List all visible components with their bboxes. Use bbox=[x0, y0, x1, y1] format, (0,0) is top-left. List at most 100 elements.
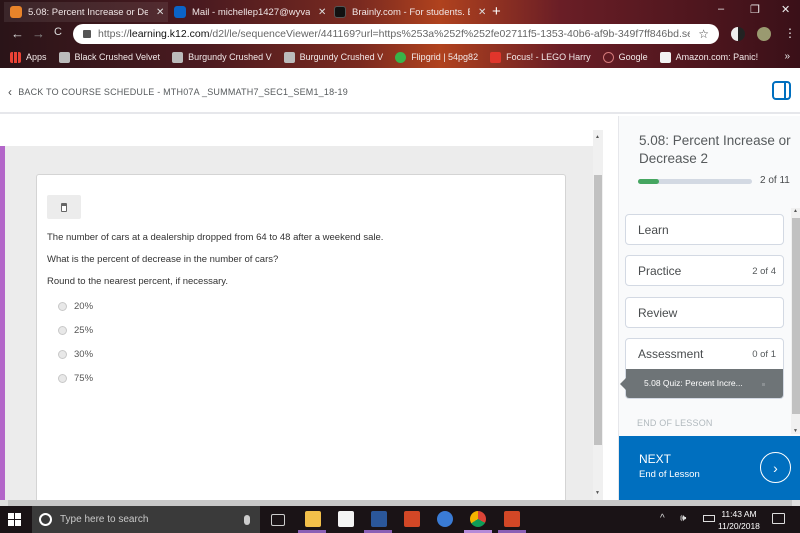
tab-strip: 5.08: Percent Increase or Decrea ✕ Mail … bbox=[0, 0, 800, 22]
bookmark-burgundy-crushed-2[interactable]: Burgundy Crushed V bbox=[283, 51, 383, 63]
scrollbar-thumb[interactable] bbox=[594, 175, 602, 445]
browser-chrome: 5.08: Percent Increase or Decrea ✕ Mail … bbox=[0, 0, 800, 68]
bookmark-favicon-icon bbox=[172, 51, 184, 63]
outlook-favicon-icon bbox=[174, 6, 186, 18]
address-bar[interactable]: https://learning.k12.com/d2l/le/sequence… bbox=[73, 24, 719, 44]
quiz-link[interactable]: 5.08 Quiz: Percent Incre... bbox=[620, 369, 783, 398]
browser-toolbar: ← → C https://learning.k12.com/d2l/le/se… bbox=[0, 22, 800, 46]
chevron-right-circle-icon: › bbox=[760, 452, 791, 483]
url-text: https://learning.k12.com/d2l/le/sequence… bbox=[98, 28, 691, 40]
next-button[interactable]: NEXT End of Lesson › bbox=[619, 436, 800, 500]
maximize-button[interactable]: ❐ bbox=[750, 3, 760, 16]
answer-choice[interactable]: 75% bbox=[58, 373, 93, 384]
close-window-button[interactable]: ✕ bbox=[781, 3, 790, 16]
scroll-up-icon[interactable]: ▲ bbox=[595, 134, 600, 140]
radio-button[interactable] bbox=[58, 374, 67, 383]
back-to-course-schedule-link[interactable]: ‹ BACK TO COURSE SCHEDULE - MTH07A _SUMM… bbox=[8, 85, 348, 99]
bookmark-favicon-icon bbox=[58, 51, 70, 63]
answer-choice[interactable]: 25% bbox=[58, 325, 93, 336]
windows-taskbar: Type here to search ^ 🕪 11:43 AM 11/20/2… bbox=[0, 506, 800, 533]
bookmark-flipgrid[interactable]: Flipgrid | 54pg82 bbox=[395, 51, 478, 63]
app-icon[interactable] bbox=[404, 511, 420, 527]
windows-start-button[interactable] bbox=[8, 513, 22, 527]
bookmark-black-crushed-velvet[interactable]: Black Crushed Velvet bbox=[58, 51, 160, 63]
task-view-icon[interactable] bbox=[271, 514, 285, 526]
scroll-down-icon[interactable]: ▼ bbox=[595, 490, 600, 496]
tab-mail[interactable]: Mail - michellep1427@wyva.org ✕ bbox=[168, 2, 328, 22]
powerpoint-icon[interactable] bbox=[504, 511, 520, 527]
calculator-icon bbox=[61, 202, 67, 212]
taskbar-search-box[interactable]: Type here to search bbox=[32, 506, 260, 533]
close-tab-icon[interactable]: ✕ bbox=[156, 7, 164, 18]
back-icon[interactable]: ← bbox=[11, 26, 24, 41]
chevron-left-icon: ‹ bbox=[8, 85, 13, 99]
question-stem: The number of cars at a dealership dropp… bbox=[47, 232, 384, 243]
bookmark-amazon[interactable]: Amazon.com: Panic! bbox=[659, 51, 758, 63]
sidebar-item-assessment[interactable]: Assessment 0 of 1 5.08 Quiz: Percent Inc… bbox=[620, 338, 784, 399]
end-of-lesson-label: END OF LESSON bbox=[637, 418, 713, 428]
brainly-favicon-icon bbox=[334, 6, 346, 18]
file-explorer-icon[interactable] bbox=[305, 511, 321, 527]
scrollbar-thumb[interactable] bbox=[792, 218, 800, 414]
chrome-icon[interactable] bbox=[470, 511, 486, 527]
tab-k12[interactable]: 5.08: Percent Increase or Decrea ✕ bbox=[4, 2, 168, 22]
bookmark-google[interactable]: Google bbox=[602, 51, 648, 63]
answer-choice[interactable]: 30% bbox=[58, 349, 93, 360]
question-area: The number of cars at a dealership dropp… bbox=[0, 146, 593, 530]
sidebar-scrollbar[interactable]: ▲ ▼ bbox=[791, 208, 800, 434]
apps-grid-icon bbox=[10, 51, 21, 63]
lesson-progress-text: 2 of 11 bbox=[760, 175, 790, 186]
bookmarks-bar: Apps Black Crushed Velvet Burgundy Crush… bbox=[0, 46, 800, 68]
reload-icon[interactable]: C bbox=[54, 26, 62, 38]
lego-icon bbox=[490, 51, 502, 63]
bookmark-lego-harry[interactable]: Focus! - LEGO Harry bbox=[490, 51, 591, 63]
question-instruction: Round to the nearest percent, if necessa… bbox=[47, 276, 228, 287]
extension-icon[interactable] bbox=[731, 27, 745, 41]
content-scrollbar[interactable]: ▲ ▼ bbox=[593, 130, 603, 500]
cortana-icon bbox=[39, 513, 52, 526]
toggle-sidebar-button[interactable] bbox=[772, 81, 791, 100]
microsoft-store-icon[interactable] bbox=[338, 511, 354, 527]
scroll-down-icon[interactable]: ▼ bbox=[793, 428, 798, 434]
sidebar-item-practice[interactable]: Practice 2 of 4 bbox=[625, 255, 784, 286]
tab-brainly[interactable]: Brainly.com - For students. By stu ✕ bbox=[328, 2, 488, 22]
volume-icon[interactable]: 🕪 bbox=[680, 513, 686, 524]
radio-button[interactable] bbox=[58, 302, 67, 311]
google-icon bbox=[602, 51, 614, 63]
question-card: The number of cars at a dealership dropp… bbox=[36, 174, 566, 504]
close-tab-icon[interactable]: ✕ bbox=[318, 7, 326, 18]
page-header: ‹ BACK TO COURSE SCHEDULE - MTH07A _SUMM… bbox=[0, 68, 800, 114]
more-bookmarks-button[interactable]: » bbox=[784, 51, 790, 62]
action-center-icon[interactable] bbox=[772, 513, 785, 524]
minimize-button[interactable]: – bbox=[718, 3, 724, 15]
profile-avatar[interactable] bbox=[757, 27, 771, 41]
forward-icon[interactable]: → bbox=[32, 26, 45, 41]
lesson-progress-fill bbox=[638, 179, 659, 184]
battery-icon[interactable] bbox=[703, 515, 715, 522]
sidebar-item-review[interactable]: Review bbox=[625, 297, 784, 328]
bookmark-favicon-icon bbox=[283, 51, 295, 63]
bookmark-star-icon[interactable]: ☆ bbox=[698, 27, 709, 41]
status-dot-icon bbox=[762, 383, 765, 386]
show-hidden-icons-button[interactable]: ^ bbox=[660, 513, 665, 524]
lock-icon bbox=[83, 30, 91, 38]
scroll-up-icon[interactable]: ▲ bbox=[793, 208, 798, 214]
close-tab-icon[interactable]: ✕ bbox=[478, 7, 486, 18]
main-content: The number of cars at a dealership dropp… bbox=[0, 116, 616, 530]
amazon-icon bbox=[659, 51, 671, 63]
calculator-button[interactable] bbox=[47, 195, 81, 219]
taskbar-clock[interactable]: 11:43 AM 11/20/2018 bbox=[718, 508, 760, 532]
lesson-sidebar: 5.08: Percent Increase or Decrease 2 2 o… bbox=[618, 116, 800, 500]
radio-button[interactable] bbox=[58, 350, 67, 359]
microphone-icon[interactable] bbox=[244, 514, 250, 525]
new-tab-button[interactable]: + bbox=[492, 3, 501, 20]
answer-choice[interactable]: 20% bbox=[58, 301, 93, 312]
radio-button[interactable] bbox=[58, 326, 67, 335]
flipgrid-icon bbox=[395, 51, 407, 63]
snipping-tool-icon[interactable] bbox=[437, 511, 453, 527]
chrome-menu-icon[interactable]: ⋮ bbox=[784, 26, 796, 40]
word-icon[interactable] bbox=[371, 511, 387, 527]
sidebar-item-learn[interactable]: Learn bbox=[625, 214, 784, 245]
bookmark-apps[interactable]: Apps bbox=[10, 51, 47, 63]
bookmark-burgundy-crushed-1[interactable]: Burgundy Crushed V bbox=[172, 51, 272, 63]
